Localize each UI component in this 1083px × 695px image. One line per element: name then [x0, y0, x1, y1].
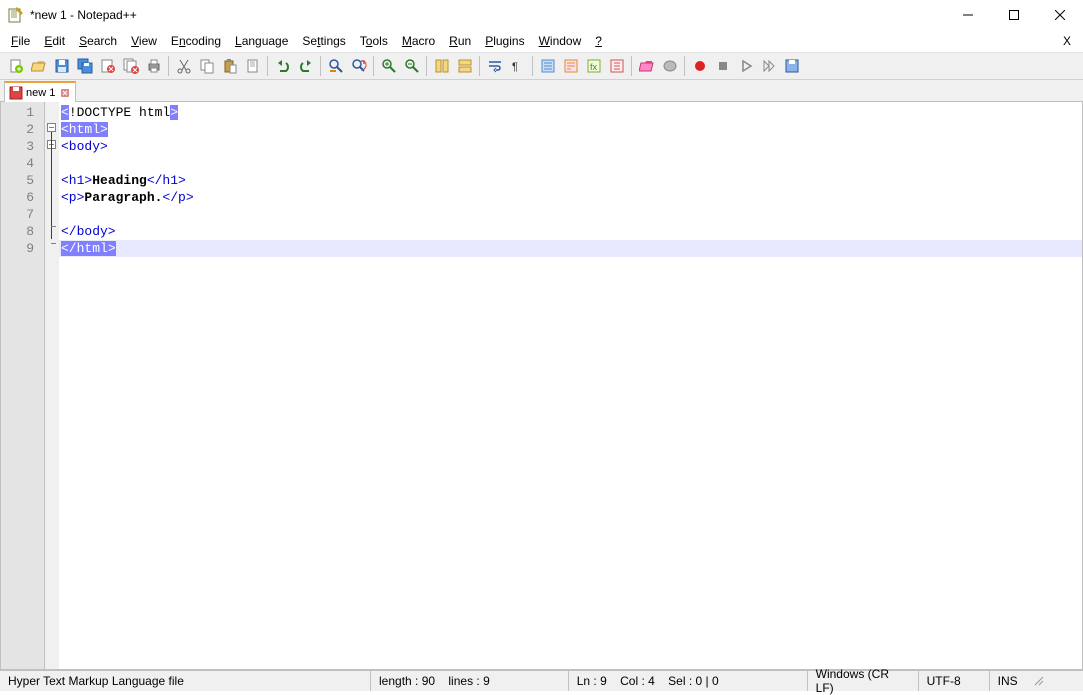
- code-area[interactable]: <!DOCTYPE html><html><body><h1>Heading</…: [59, 102, 1082, 669]
- editor: 123456789 <!DOCTYPE html><html><body><h1…: [0, 102, 1083, 670]
- fold-corner: [51, 226, 56, 227]
- status-filetype: Hyper Text Markup Language file: [0, 671, 370, 691]
- close-button[interactable]: [1037, 0, 1083, 29]
- tab-bar: new 1: [0, 80, 1083, 102]
- userlang-icon[interactable]: [559, 55, 582, 78]
- window-title: *new 1 - Notepad++: [30, 8, 945, 22]
- menu-bar: File Edit Search View Encoding Language …: [0, 30, 1083, 52]
- zoomin-icon[interactable]: [377, 55, 400, 78]
- allchars-icon[interactable]: ¶: [506, 55, 529, 78]
- menu-window[interactable]: Window: [532, 32, 589, 50]
- find-icon[interactable]: [324, 55, 347, 78]
- closeall-icon[interactable]: [119, 55, 142, 78]
- status-position: Ln : 9 Col : 4 Sel : 0 | 0: [569, 671, 727, 691]
- open-icon[interactable]: [27, 55, 50, 78]
- indent-guide-icon[interactable]: [536, 55, 559, 78]
- menu-tools[interactable]: Tools: [353, 32, 395, 50]
- resize-grip-icon[interactable]: [1030, 674, 1046, 688]
- unsaved-file-icon: [9, 86, 23, 100]
- save-icon[interactable]: [50, 55, 73, 78]
- sync-v-icon[interactable]: [430, 55, 453, 78]
- stop-icon[interactable]: [711, 55, 734, 78]
- cut-icon[interactable]: [172, 55, 195, 78]
- menu-run[interactable]: Run: [442, 32, 478, 50]
- menu-edit[interactable]: Edit: [37, 32, 72, 50]
- new-icon[interactable]: [4, 55, 27, 78]
- menu-search[interactable]: Search: [72, 32, 124, 50]
- paste-icon[interactable]: [218, 55, 241, 78]
- delete-icon[interactable]: [241, 55, 264, 78]
- funclist-icon[interactable]: fx: [582, 55, 605, 78]
- undo-icon[interactable]: [271, 55, 294, 78]
- status-bar: Hyper Text Markup Language file length :…: [0, 670, 1083, 691]
- status-insert-mode[interactable]: INS: [990, 671, 1030, 691]
- menu-settings[interactable]: Settings: [295, 32, 352, 50]
- play-icon[interactable]: [734, 55, 757, 78]
- menu-encoding[interactable]: Encoding: [164, 32, 228, 50]
- status-encoding[interactable]: UTF-8: [919, 671, 989, 691]
- window-buttons: [945, 0, 1083, 29]
- tab-new-1[interactable]: new 1: [4, 81, 76, 102]
- fold-corner: [51, 243, 56, 244]
- zoomout-icon[interactable]: [400, 55, 423, 78]
- tab-close-icon[interactable]: [59, 87, 71, 99]
- wordwrap-icon[interactable]: [483, 55, 506, 78]
- menu-close-x[interactable]: X: [1055, 32, 1079, 50]
- tab-label: new 1: [26, 87, 55, 99]
- maximize-button[interactable]: [991, 0, 1037, 29]
- minimize-button[interactable]: [945, 0, 991, 29]
- redo-icon[interactable]: [294, 55, 317, 78]
- copy-icon[interactable]: [195, 55, 218, 78]
- foldall-icon[interactable]: [605, 55, 628, 78]
- saveall-icon[interactable]: [73, 55, 96, 78]
- folder-icon[interactable]: [635, 55, 658, 78]
- docmap-icon[interactable]: [658, 55, 681, 78]
- status-length: length : 90 lines : 9: [371, 671, 498, 691]
- savemacro-icon[interactable]: [780, 55, 803, 78]
- fold-column[interactable]: [45, 102, 59, 669]
- line-number-gutter[interactable]: 123456789: [1, 102, 45, 669]
- menu-language[interactable]: Language: [228, 32, 295, 50]
- print-icon[interactable]: [142, 55, 165, 78]
- menu-plugins[interactable]: Plugins: [478, 32, 531, 50]
- svg-text:¶: ¶: [512, 61, 518, 73]
- record-icon[interactable]: [688, 55, 711, 78]
- replace-icon[interactable]: [347, 55, 370, 78]
- menu-view[interactable]: View: [124, 32, 164, 50]
- toolbar: ¶ fx: [0, 52, 1083, 80]
- menu-file[interactable]: File: [4, 32, 37, 50]
- fold-box-icon[interactable]: [47, 123, 56, 132]
- svg-text:fx: fx: [590, 62, 598, 72]
- status-eol[interactable]: Windows (CR LF): [808, 671, 918, 691]
- menu-help[interactable]: ?: [588, 32, 609, 50]
- app-icon: [8, 7, 24, 23]
- fold-line: [51, 132, 52, 239]
- menu-macro[interactable]: Macro: [395, 32, 442, 50]
- sync-h-icon[interactable]: [453, 55, 476, 78]
- close-icon[interactable]: [96, 55, 119, 78]
- title-bar: *new 1 - Notepad++: [0, 0, 1083, 30]
- playmulti-icon[interactable]: [757, 55, 780, 78]
